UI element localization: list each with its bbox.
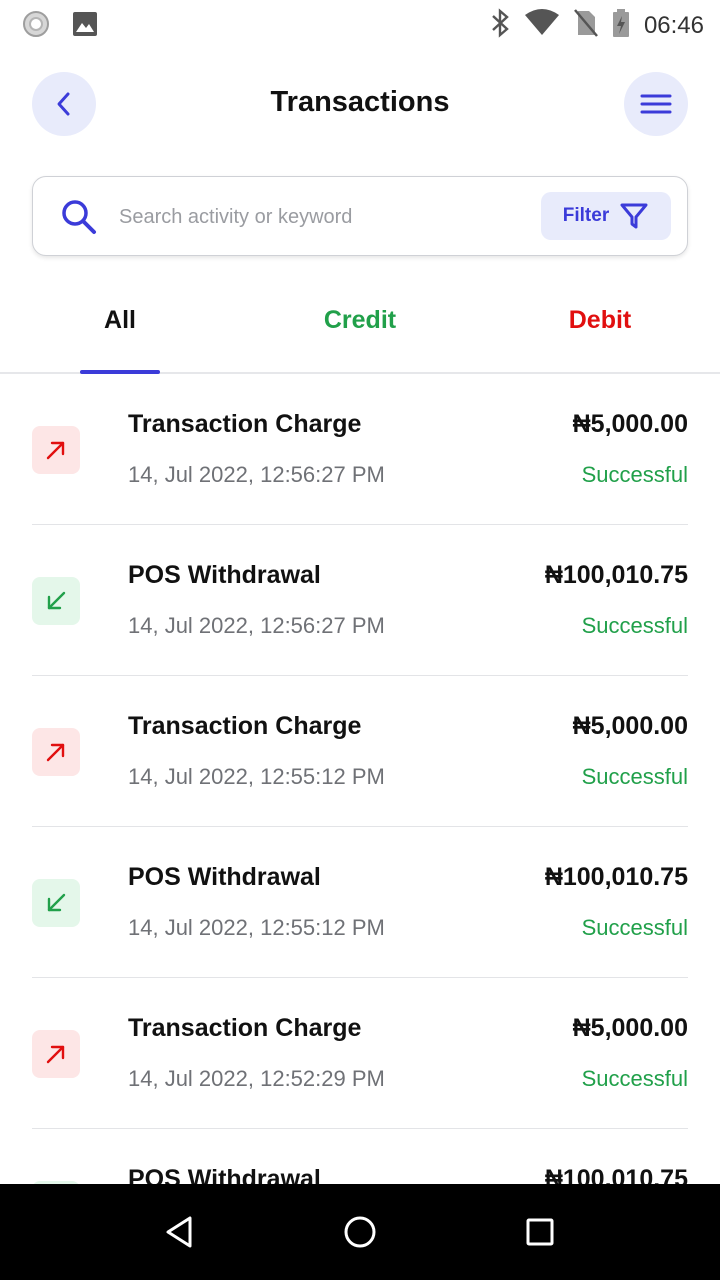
transaction-amount: ₦100,010.75 [544, 561, 688, 589]
nav-back-icon [166, 1216, 192, 1248]
arrow-up-right-icon [46, 1045, 65, 1064]
transaction-status: Successful [581, 613, 688, 638]
transaction-amount: ₦5,000.00 [572, 410, 688, 438]
transaction-date: 14, Jul 2022, 12:55:12 PM [128, 764, 385, 789]
transaction-amount: ₦5,000.00 [572, 712, 688, 740]
header: Transactions [32, 72, 688, 136]
arrow-up-right-icon [46, 441, 65, 460]
transaction-title: Transaction Charge [128, 410, 362, 438]
transaction-row[interactable]: POS Withdrawal 14, Jul 2022, 12:55:12 PM… [32, 827, 688, 978]
arrow-down-left-icon [47, 591, 66, 610]
credit-indicator [32, 577, 80, 625]
search-icon [59, 197, 99, 242]
transaction-list: Transaction Charge 14, Jul 2022, 12:56:2… [32, 374, 688, 1184]
bluetooth-icon [490, 8, 510, 43]
status-time: 06:46 [643, 11, 704, 39]
transaction-status: Successful [581, 462, 688, 487]
transaction-row[interactable]: POS Withdrawal 14, Jul 2022, 12:56:27 PM… [32, 525, 688, 676]
filter-tabs: All Credit Debit [0, 292, 720, 374]
debit-indicator [32, 1030, 80, 1078]
nav-home-button[interactable] [340, 1212, 380, 1252]
transaction-date: 14, Jul 2022, 12:52:29 PM [128, 1066, 385, 1091]
search-bar: Filter [32, 176, 688, 256]
transaction-title: POS Withdrawal [128, 863, 321, 891]
battery-icon [612, 8, 630, 43]
transaction-row[interactable]: POS Withdrawal ₦100,010.75 [32, 1129, 688, 1184]
credit-indicator [32, 879, 80, 927]
status-bar: 06:46 [0, 0, 720, 48]
filter-button[interactable]: Filter [541, 192, 671, 240]
tab-credit[interactable]: Credit [240, 306, 480, 335]
transaction-date: 14, Jul 2022, 12:56:27 PM [128, 462, 385, 487]
nav-home-icon [344, 1216, 376, 1248]
menu-button[interactable] [624, 72, 688, 136]
debit-indicator [32, 426, 80, 474]
tab-debit[interactable]: Debit [480, 306, 720, 335]
no-sim-icon [573, 8, 598, 43]
transaction-row[interactable]: Transaction Charge 14, Jul 2022, 12:55:1… [32, 676, 688, 827]
filter-funnel-icon [620, 203, 648, 229]
loading-icon [22, 10, 50, 43]
tab-all[interactable]: All [0, 306, 240, 335]
transaction-status: Successful [581, 764, 688, 789]
transaction-row[interactable]: Transaction Charge 14, Jul 2022, 12:56:2… [32, 374, 688, 525]
transaction-status: Successful [581, 1066, 688, 1091]
nav-back-button[interactable] [160, 1212, 200, 1252]
transaction-amount: ₦100,010.75 [544, 863, 688, 891]
transaction-row[interactable]: Transaction Charge 14, Jul 2022, 12:52:2… [32, 978, 688, 1129]
debit-indicator [32, 728, 80, 776]
arrow-down-left-icon [47, 893, 66, 912]
transaction-title: Transaction Charge [128, 1014, 362, 1042]
transaction-date: 14, Jul 2022, 12:55:12 PM [128, 915, 385, 940]
nav-recents-button[interactable] [520, 1212, 560, 1252]
system-nav-bar [0, 1184, 720, 1280]
wifi-icon [524, 9, 560, 42]
transaction-status: Successful [581, 915, 688, 940]
page-title: Transactions [270, 86, 450, 118]
image-icon [72, 11, 98, 42]
transaction-date: 14, Jul 2022, 12:56:27 PM [128, 613, 385, 638]
transaction-amount: ₦100,010.75 [544, 1165, 688, 1184]
transaction-title: POS Withdrawal [128, 1165, 321, 1184]
transaction-title: POS Withdrawal [128, 561, 321, 589]
filter-label: Filter [562, 205, 610, 226]
transaction-amount: ₦5,000.00 [572, 1014, 688, 1042]
search-input[interactable] [119, 197, 519, 237]
hamburger-menu-icon [640, 94, 672, 114]
nav-recents-icon [526, 1218, 554, 1246]
transaction-title: Transaction Charge [128, 712, 362, 740]
arrow-up-right-icon [46, 743, 65, 762]
